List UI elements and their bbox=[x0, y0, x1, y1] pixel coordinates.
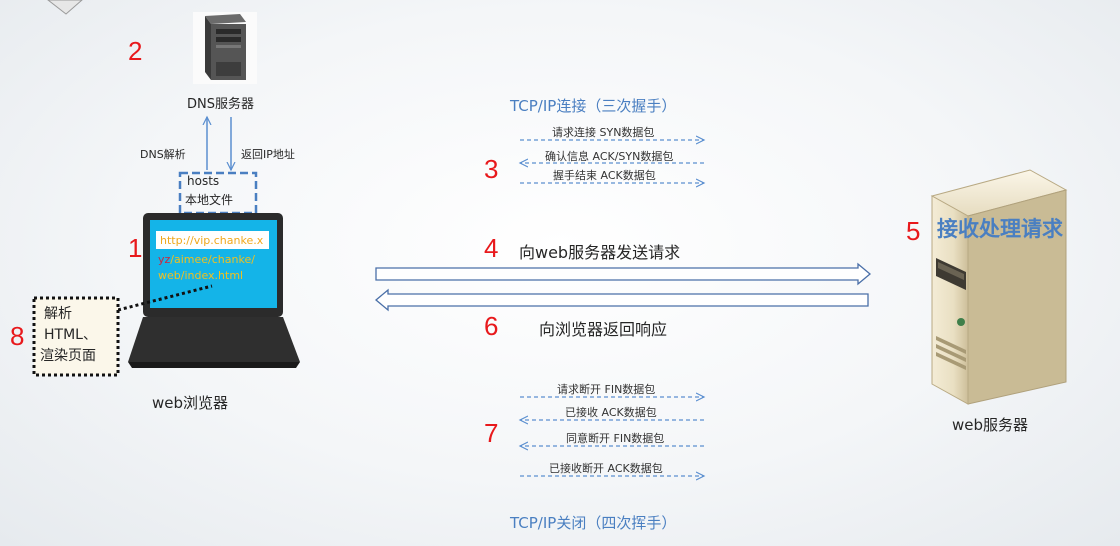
close-title: TCP/IP关闭（四次挥手） bbox=[510, 514, 677, 532]
hosts-label: hosts bbox=[187, 174, 220, 188]
dns-server-label: DNS服务器 bbox=[187, 97, 254, 112]
request-arrow bbox=[375, 262, 872, 286]
handshake-title: TCP/IP连接（三次握手） bbox=[510, 97, 677, 115]
render-line-3: 渲染页面 bbox=[40, 348, 96, 364]
step-6-number: 6 bbox=[484, 311, 499, 341]
step-2-number: 2 bbox=[128, 36, 143, 66]
handshake-packet-3: 握手结束 ACK数据包 bbox=[553, 169, 656, 182]
url-host-suffix: yz bbox=[158, 253, 171, 266]
hosts-local-file-label: 本地文件 bbox=[185, 193, 234, 207]
close-packet-4: 已接收断开 ACK数据包 bbox=[549, 462, 663, 475]
web-browser-label: web浏览器 bbox=[152, 394, 229, 412]
render-line-1: 解析 bbox=[44, 306, 72, 322]
request-label: 向web服务器发送请求 bbox=[519, 243, 681, 262]
url-line-3: web/index.html bbox=[158, 269, 244, 282]
url-protocol-host: http://vip.chanke.x bbox=[160, 234, 264, 247]
response-arrow bbox=[374, 288, 869, 312]
url-line-2: yz/aimee/chanke/ bbox=[158, 253, 255, 266]
close-packet-3: 同意断开 FIN数据包 bbox=[566, 432, 665, 445]
dns-resolve-label: DNS解析 bbox=[140, 148, 186, 161]
url-line-1: http://vip.chanke.x bbox=[160, 234, 263, 247]
dns-query-arrows bbox=[207, 117, 231, 170]
step-3-number: 3 bbox=[484, 154, 499, 184]
handshake-packet-1: 请求连接 SYN数据包 bbox=[552, 126, 655, 139]
corner-decoration bbox=[47, 0, 83, 15]
response-label: 向浏览器返回响应 bbox=[539, 320, 668, 339]
close-packet-2: 已接收 ACK数据包 bbox=[565, 406, 657, 419]
dns-return-label: 返回IP地址 bbox=[241, 148, 295, 161]
step-8-number: 8 bbox=[10, 321, 25, 351]
render-line-2: HTML、 bbox=[44, 327, 97, 343]
server-process-label: 接收处理请求 bbox=[937, 216, 1063, 241]
step-4-number: 4 bbox=[484, 233, 499, 263]
web-server-icon bbox=[930, 169, 1068, 405]
dns-server-icon bbox=[193, 12, 257, 84]
step-7-number: 7 bbox=[484, 418, 499, 448]
web-server-label: web服务器 bbox=[952, 416, 1029, 434]
close-packet-1: 请求断开 FIN数据包 bbox=[557, 383, 656, 396]
url-path-part: /aimee/chanke/ bbox=[170, 253, 255, 266]
step-1-number: 1 bbox=[128, 233, 143, 263]
handshake-packet-2: 确认信息 ACK/SYN数据包 bbox=[545, 150, 674, 163]
step-5-number: 5 bbox=[906, 216, 921, 246]
